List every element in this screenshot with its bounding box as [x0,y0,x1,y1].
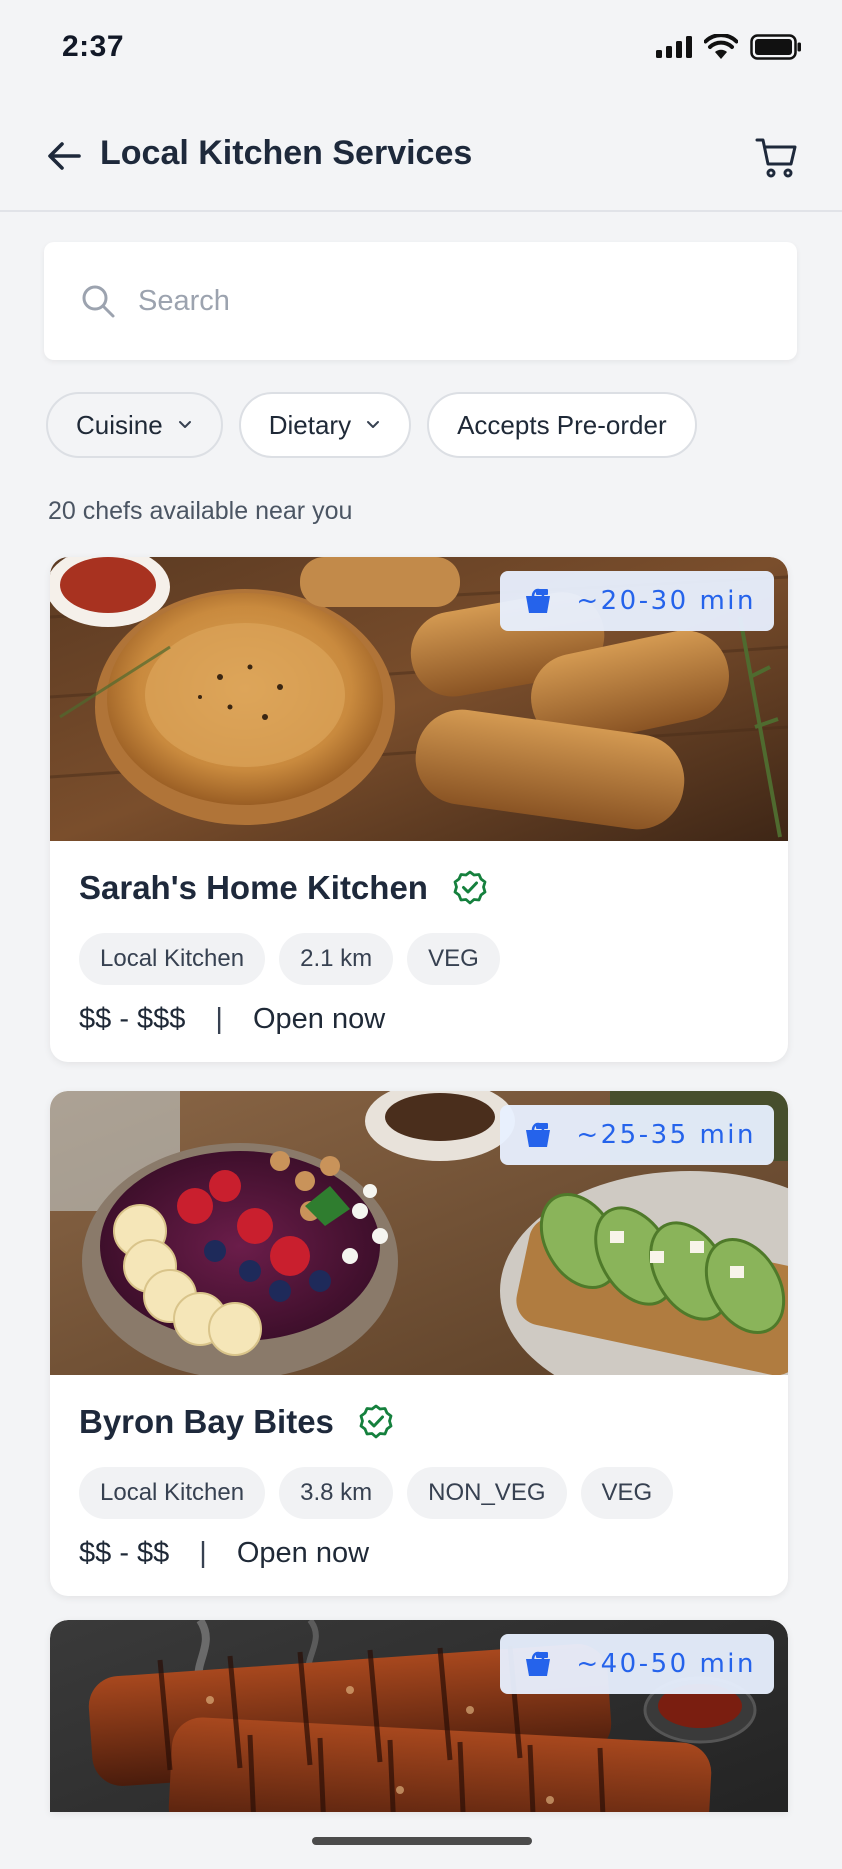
eta-text: ~20-30 min [576,586,756,616]
chef-image: ~40-50 min [50,1620,788,1812]
arrow-left-icon [48,142,81,170]
verified-badge-icon [453,870,487,905]
tag-diet: VEG [407,933,500,985]
results-count: 20 chefs available near you [48,497,353,525]
tag-distance: 2.1 km [279,933,394,985]
card-body: Byron Bay Bites Local Kitchen 3.8 km NON… [50,1375,788,1596]
eta-badge: ~25-35 min [500,1105,774,1165]
chef-name: Sarah's Home Kitchen [79,869,428,906]
card-title-row: Byron Bay Bites [79,1403,760,1441]
eta-text: ~40-50 min [576,1649,756,1679]
filter-chips: Cuisine Dietary Accepts Pre-order [46,392,697,458]
tag-diet: NON_VEG [407,1467,567,1519]
meta-divider: | [215,1003,223,1035]
chef-card[interactable]: ~25-35 min Byron Bay Bites Local Kitchen… [50,1091,788,1596]
cart-icon [755,138,797,178]
cart-button[interactable] [752,132,802,182]
open-status: Open now [252,1003,386,1035]
search-icon [82,285,115,318]
search-input[interactable] [138,284,738,318]
battery-icon [750,34,801,60]
chef-meta: $$ - $$ | Open now [79,1537,760,1570]
price-range: $$ - $$ [79,1537,170,1569]
pre-order-filter[interactable]: Accepts Pre-order [427,392,697,458]
chef-tags: Local Kitchen 3.8 km NON_VEG VEG [79,1467,760,1519]
chevron-down-icon [178,421,191,428]
chef-image: ~25-35 min [50,1091,788,1375]
back-button[interactable] [44,136,84,176]
price-range: $$ - $$$ [79,1003,186,1035]
home-indicator[interactable] [312,1837,532,1845]
open-status: Open now [236,1537,370,1569]
eta-badge: ~20-30 min [500,571,774,631]
tag-diet: VEG [580,1467,674,1519]
pre-order-filter-label: Accepts Pre-order [457,409,667,440]
status-time: 2:37 [62,30,125,63]
chevron-down-icon [367,421,380,428]
app-header: Local Kitchen Services [0,110,842,212]
meta-divider: | [199,1537,207,1569]
cuisine-filter[interactable]: Cuisine [46,392,223,458]
status-icons [656,34,802,60]
card-body: Sarah's Home Kitchen Local Kitchen 2.1 k… [50,841,788,1062]
chef-name: Byron Bay Bites [79,1403,334,1440]
eta-badge: ~40-50 min [500,1634,774,1694]
search-bar[interactable] [44,242,797,360]
wifi-icon [704,34,738,59]
page-title: Local Kitchen Services [100,134,473,172]
dietary-filter[interactable]: Dietary [238,392,412,458]
chef-card[interactable]: ~40-50 min [50,1620,788,1812]
cuisine-filter-label: Cuisine [76,409,163,440]
chef-tags: Local Kitchen 2.1 km VEG [79,933,760,985]
dietary-filter-label: Dietary [268,409,352,440]
verified-badge-icon [359,1404,393,1439]
card-title-row: Sarah's Home Kitchen [79,869,760,907]
eta-text: ~25-35 min [576,1120,756,1150]
signal-icon [656,36,692,58]
delivery-bag-icon [526,1122,551,1147]
chef-card[interactable]: ~20-30 min Sarah's Home Kitchen Local Ki… [50,557,788,1062]
tag-kitchen-type: Local Kitchen [79,933,266,985]
delivery-bag-icon [526,588,551,613]
tag-distance: 3.8 km [279,1467,394,1519]
chef-meta: $$ - $$$ | Open now [79,1003,760,1036]
screen: 2:37 Local Kitchen Services Search Cuisi… [0,0,842,1869]
chef-image: ~20-30 min [50,557,788,841]
delivery-bag-icon [526,1651,551,1676]
tag-kitchen-type: Local Kitchen [79,1467,266,1519]
status-bar: 2:37 [0,0,842,100]
